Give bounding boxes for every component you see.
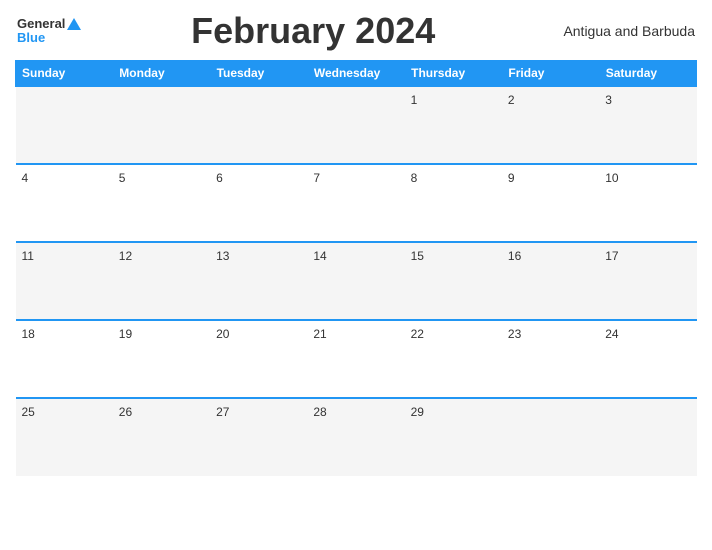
day-cell-3-3: 14 <box>307 242 404 320</box>
day-number: 13 <box>216 249 229 263</box>
day-number: 1 <box>411 93 418 107</box>
day-number: 26 <box>119 405 132 419</box>
day-cell-1-3 <box>307 86 404 164</box>
logo: General Blue <box>17 17 81 46</box>
header-friday: Friday <box>502 61 599 87</box>
logo-triangle-icon <box>67 18 81 30</box>
calendar-container: General Blue February 2024 Antigua and B… <box>0 0 712 550</box>
header-wednesday: Wednesday <box>307 61 404 87</box>
day-cell-1-6: 3 <box>599 86 696 164</box>
day-number: 12 <box>119 249 132 263</box>
day-cell-1-5: 2 <box>502 86 599 164</box>
header-thursday: Thursday <box>405 61 502 87</box>
day-cell-5-3: 28 <box>307 398 404 476</box>
day-cell-1-0 <box>16 86 113 164</box>
day-number: 11 <box>22 249 34 263</box>
day-cell-4-0: 18 <box>16 320 113 398</box>
day-number: 27 <box>216 405 229 419</box>
day-number: 22 <box>411 327 424 341</box>
day-number: 5 <box>119 171 126 185</box>
week-row-3: 11 12 13 14 15 16 17 <box>16 242 697 320</box>
calendar-grid: Sunday Monday Tuesday Wednesday Thursday… <box>15 60 697 476</box>
day-number: 18 <box>22 327 35 341</box>
day-number: 4 <box>22 171 29 185</box>
day-number: 24 <box>605 327 618 341</box>
day-number: 20 <box>216 327 229 341</box>
header-monday: Monday <box>113 61 210 87</box>
day-number: 15 <box>411 249 424 263</box>
day-number: 9 <box>508 171 515 185</box>
day-cell-5-0: 25 <box>16 398 113 476</box>
week-row-4: 18 19 20 21 22 23 24 <box>16 320 697 398</box>
day-cell-1-4: 1 <box>405 86 502 164</box>
day-cell-4-4: 22 <box>405 320 502 398</box>
day-number: 23 <box>508 327 521 341</box>
day-cell-3-0: 11 <box>16 242 113 320</box>
day-cell-2-5: 9 <box>502 164 599 242</box>
day-number: 7 <box>313 171 320 185</box>
day-cell-3-4: 15 <box>405 242 502 320</box>
day-number: 25 <box>22 405 35 419</box>
day-cell-5-2: 27 <box>210 398 307 476</box>
day-cell-5-4: 29 <box>405 398 502 476</box>
week-row-5: 25 26 27 28 29 <box>16 398 697 476</box>
day-number: 19 <box>119 327 132 341</box>
day-number: 16 <box>508 249 521 263</box>
day-cell-4-2: 20 <box>210 320 307 398</box>
day-number: 28 <box>313 405 326 419</box>
day-number: 17 <box>605 249 618 263</box>
day-number: 29 <box>411 405 424 419</box>
day-cell-3-2: 13 <box>210 242 307 320</box>
day-cell-4-6: 24 <box>599 320 696 398</box>
logo-general-text: General <box>17 17 81 31</box>
day-number: 8 <box>411 171 418 185</box>
day-cell-3-5: 16 <box>502 242 599 320</box>
week-row-1: 1 2 3 <box>16 86 697 164</box>
day-cell-4-5: 23 <box>502 320 599 398</box>
country-name: Antigua and Barbuda <box>545 23 695 39</box>
day-number: 14 <box>313 249 326 263</box>
day-cell-2-2: 6 <box>210 164 307 242</box>
day-cell-1-2 <box>210 86 307 164</box>
day-cell-2-6: 10 <box>599 164 696 242</box>
header-sunday: Sunday <box>16 61 113 87</box>
day-number: 10 <box>605 171 618 185</box>
day-number: 21 <box>313 327 326 341</box>
header-tuesday: Tuesday <box>210 61 307 87</box>
day-cell-5-1: 26 <box>113 398 210 476</box>
day-cell-5-6 <box>599 398 696 476</box>
calendar-header: General Blue February 2024 Antigua and B… <box>15 10 697 52</box>
week-row-2: 4 5 6 7 8 9 10 <box>16 164 697 242</box>
day-header-row: Sunday Monday Tuesday Wednesday Thursday… <box>16 61 697 87</box>
logo-blue-text: Blue <box>17 31 45 45</box>
day-cell-2-0: 4 <box>16 164 113 242</box>
day-cell-2-4: 8 <box>405 164 502 242</box>
day-number: 6 <box>216 171 223 185</box>
day-cell-4-3: 21 <box>307 320 404 398</box>
day-cell-1-1 <box>113 86 210 164</box>
day-cell-4-1: 19 <box>113 320 210 398</box>
day-cell-5-5 <box>502 398 599 476</box>
day-number: 2 <box>508 93 515 107</box>
day-cell-3-1: 12 <box>113 242 210 320</box>
header-saturday: Saturday <box>599 61 696 87</box>
day-cell-2-1: 5 <box>113 164 210 242</box>
day-cell-2-3: 7 <box>307 164 404 242</box>
day-number: 3 <box>605 93 612 107</box>
day-cell-3-6: 17 <box>599 242 696 320</box>
month-title: February 2024 <box>81 10 545 52</box>
